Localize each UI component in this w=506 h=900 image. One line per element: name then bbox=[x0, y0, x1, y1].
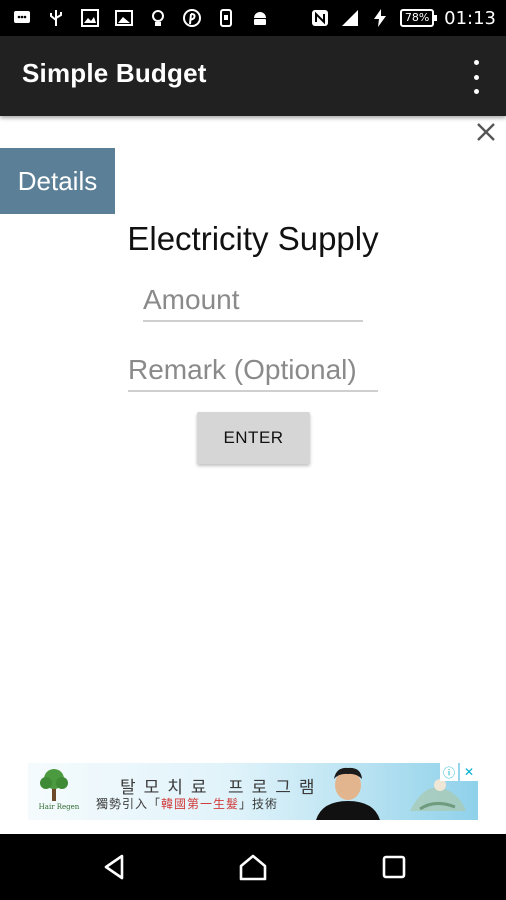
pinterest-icon bbox=[182, 8, 202, 28]
back-icon[interactable] bbox=[98, 851, 130, 883]
details-tab[interactable]: Details bbox=[0, 148, 115, 214]
ad-info-icon[interactable]: ⓘ bbox=[440, 763, 458, 781]
usb-icon bbox=[46, 8, 66, 28]
system-icons: 78% 01:13 bbox=[310, 8, 496, 29]
remark-input[interactable] bbox=[128, 350, 378, 392]
message-icon bbox=[12, 8, 32, 28]
enter-button[interactable]: ENTER bbox=[197, 412, 310, 464]
recent-apps-icon[interactable] bbox=[378, 851, 410, 883]
ad-choices[interactable]: ⓘ ✕ bbox=[438, 763, 478, 781]
tree-logo-icon bbox=[40, 769, 68, 801]
battery-indicator: 78% bbox=[400, 9, 438, 27]
close-icon[interactable] bbox=[472, 118, 500, 146]
ad-brand: Hair Regen bbox=[38, 803, 80, 811]
status-bar: 78% 01:13 bbox=[0, 0, 506, 36]
gallery-icon bbox=[80, 8, 100, 28]
bulb-icon bbox=[148, 8, 168, 28]
clock: 01:13 bbox=[444, 7, 496, 29]
ad-banner[interactable]: Hair Regen 탈모치료 프로그램 獨勢引入「韓國第一生髮」技術 ⓘ ✕ bbox=[28, 763, 478, 820]
ad-close-icon[interactable]: ✕ bbox=[460, 763, 478, 781]
phone-icon bbox=[216, 8, 236, 28]
notification-icons bbox=[12, 8, 270, 28]
app-title: Simple Budget bbox=[22, 58, 207, 88]
home-icon[interactable] bbox=[237, 851, 269, 883]
signal-icon bbox=[340, 8, 360, 28]
nfc-icon bbox=[310, 8, 330, 28]
image-icon bbox=[114, 8, 134, 28]
charging-icon bbox=[370, 8, 390, 28]
ad-person-image bbox=[316, 767, 380, 820]
android-icon bbox=[250, 8, 270, 28]
app-bar: Simple Budget bbox=[0, 36, 506, 116]
navigation-bar bbox=[0, 834, 506, 900]
ad-subline: 獨勢引入「韓國第一生髮」技術 bbox=[96, 797, 279, 811]
overflow-menu-icon[interactable] bbox=[468, 60, 484, 94]
amount-input[interactable] bbox=[143, 280, 363, 322]
item-title: Electricity Supply bbox=[127, 220, 379, 257]
